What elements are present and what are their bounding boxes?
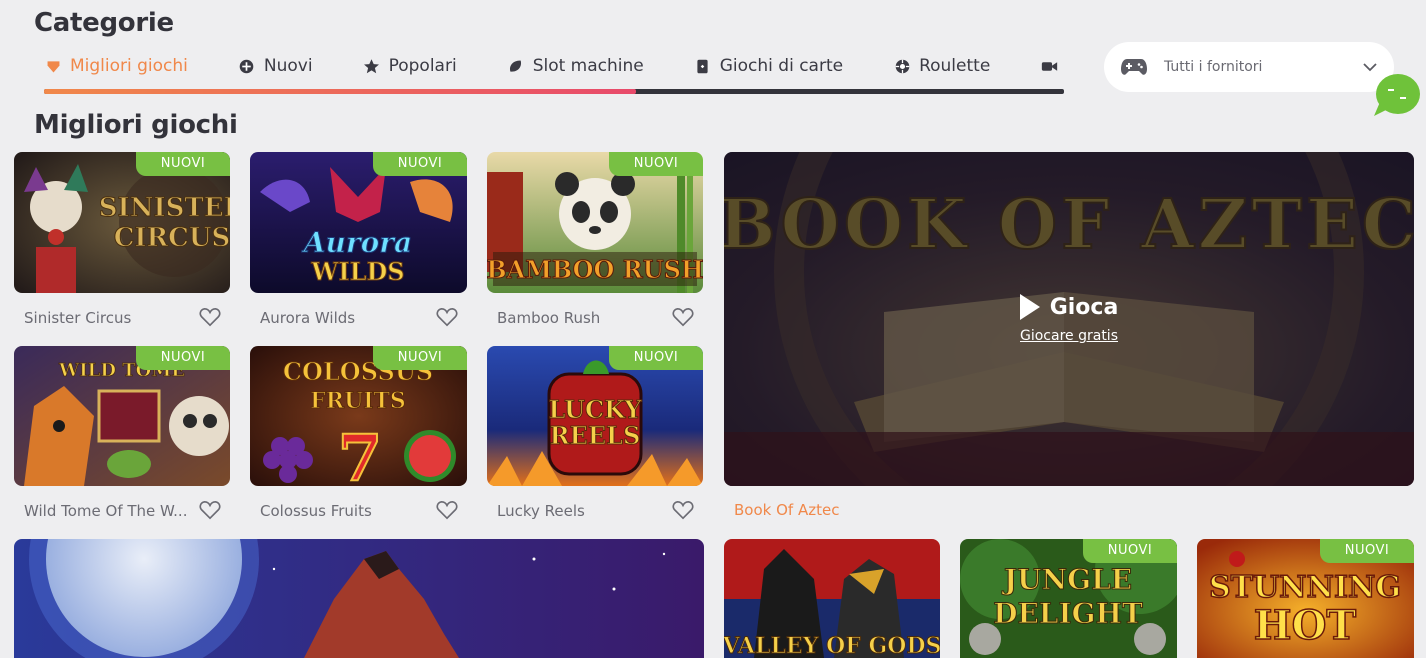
game-thumbnail[interactable]: LUCKY REELS NUOVI [487, 346, 703, 486]
tab-label: Nuovi [263, 56, 313, 76]
heart-icon [44, 57, 62, 75]
tab-migliori-giochi[interactable]: Migliori giochi [44, 56, 188, 76]
heart-icon[interactable] [672, 500, 694, 520]
chat-icon[interactable] [1370, 70, 1422, 120]
game-thumbnail[interactable]: COLOSSUS FRUITS 7 NUOVI [250, 346, 467, 486]
slot-icon [507, 57, 525, 75]
play-label: Gioca [1049, 294, 1119, 320]
tab-roulette[interactable]: Roulette [893, 56, 990, 76]
heart-icon[interactable] [199, 307, 221, 327]
game-thumbnail[interactable] [14, 539, 704, 658]
game-card[interactable]: VALLEY OF GODS [724, 539, 940, 658]
card-icon [694, 57, 712, 75]
svg-text:FRUITS: FRUITS [310, 388, 406, 414]
game-name[interactable]: Colossus Fruits [260, 502, 430, 520]
svg-text:SINISTER: SINISTER [99, 193, 230, 223]
new-badge: NUOVI [373, 152, 467, 176]
gamepad-icon [1121, 59, 1147, 75]
tab-label: Giochi di carte [719, 56, 844, 76]
svg-text:WILDS: WILDS [310, 257, 404, 286]
game-thumbnail[interactable]: STUNNING HOT NUOVI [1197, 539, 1414, 658]
game-card[interactable]: WILD TOME NUOVI Wild Tome Of The W... [14, 346, 230, 526]
new-badge: NUOVI [373, 346, 467, 370]
game-name[interactable]: Lucky Reels [497, 502, 667, 520]
heart-icon[interactable] [436, 500, 458, 520]
svg-text:BAMBOO RUSH: BAMBOO RUSH [487, 255, 703, 284]
game-thumbnail[interactable]: Aurora WILDS NUOVI [250, 152, 467, 293]
category-tabs: Migliori giochi Nuovi Popolari Slot mach… [44, 50, 1074, 82]
tab-slot-machine[interactable]: Slot machine [507, 56, 644, 76]
game-card[interactable]: JUNGLE DELIGHT NUOVI [960, 539, 1177, 658]
svg-text:LUCKY: LUCKY [549, 395, 643, 424]
game-name[interactable]: Wild Tome Of The W... [24, 502, 196, 520]
tabs-scrollbar-thumb[interactable] [44, 89, 636, 94]
featured-game-name[interactable]: Book Of Aztec [734, 501, 839, 519]
tab-label: Popolari [388, 56, 457, 76]
roulette-icon [893, 57, 911, 75]
svg-text:HOT: HOT [1254, 602, 1357, 649]
svg-text:Aurora: Aurora [301, 226, 412, 259]
game-thumbnail[interactable]: BAMBOO RUSH NUOVI [487, 152, 703, 293]
play-icon [1019, 294, 1040, 320]
featured-game-card[interactable]: BOOK OF AZTEC Gioca Giocare gratis Book … [724, 152, 1414, 524]
game-card[interactable]: SINISTER CIRCUS NUOVI Sinister Circus [14, 152, 230, 332]
provider-select[interactable]: Tutti i fornitori [1104, 42, 1394, 92]
play-free-link[interactable]: Giocare gratis [1020, 328, 1118, 344]
game-name[interactable]: Bamboo Rush [497, 309, 667, 327]
plus-circle-icon [238, 57, 256, 75]
star-icon [363, 57, 381, 75]
game-name[interactable]: Aurora Wilds [260, 309, 430, 327]
heart-icon[interactable] [436, 307, 458, 327]
play-button[interactable]: Gioca [1019, 294, 1119, 320]
tab-label: Roulette [919, 56, 991, 76]
tab-live[interactable] [1040, 57, 1066, 75]
page-title: Categorie [34, 8, 174, 38]
tab-label: Migliori giochi [70, 56, 188, 76]
video-camera-icon [1040, 57, 1058, 75]
svg-text:REELS: REELS [550, 421, 641, 450]
section-heading: Migliori giochi [34, 110, 238, 140]
game-thumbnail[interactable]: SINISTER CIRCUS NUOVI [14, 152, 230, 293]
featured-game-thumbnail[interactable]: BOOK OF AZTEC Gioca Giocare gratis [724, 152, 1414, 486]
game-card[interactable]: COLOSSUS FRUITS 7 NUOVI Colossus Fruits [250, 346, 467, 526]
new-badge: NUOVI [609, 346, 703, 370]
heart-icon[interactable] [199, 500, 221, 520]
heart-icon[interactable] [672, 307, 694, 327]
game-card[interactable]: LUCKY REELS NUOVI Lucky Reels [487, 346, 703, 526]
tab-label: Slot machine [532, 56, 644, 76]
provider-select-value: Tutti i fornitori [1164, 59, 1263, 75]
svg-text:VALLEY OF GODS: VALLEY OF GODS [724, 633, 940, 658]
game-card[interactable]: STUNNING HOT NUOVI [1197, 539, 1414, 658]
tab-nuovi[interactable]: Nuovi [238, 56, 313, 76]
svg-text:7: 7 [338, 421, 383, 486]
game-thumbnail[interactable]: WILD TOME NUOVI [14, 346, 230, 486]
game-name[interactable]: Sinister Circus [24, 309, 194, 327]
tab-giochi-di-carte[interactable]: Giochi di carte [694, 56, 843, 76]
svg-text:JUNGLE: JUNGLE [1001, 563, 1132, 596]
new-badge: NUOVI [609, 152, 703, 176]
game-thumbnail[interactable]: JUNGLE DELIGHT NUOVI [960, 539, 1177, 658]
new-badge: NUOVI [1320, 539, 1414, 563]
new-badge: NUOVI [1083, 539, 1177, 563]
game-card[interactable]: BAMBOO RUSH NUOVI Bamboo Rush [487, 152, 703, 332]
game-card[interactable] [14, 539, 704, 658]
featured-overlay: Gioca Giocare gratis [724, 152, 1414, 486]
svg-text:STUNNING: STUNNING [1209, 570, 1401, 605]
svg-text:CIRCUS: CIRCUS [114, 223, 230, 253]
game-thumbnail[interactable]: VALLEY OF GODS [724, 539, 940, 658]
game-card[interactable]: Aurora WILDS NUOVI Aurora Wilds [250, 152, 467, 332]
new-badge: NUOVI [136, 346, 230, 370]
svg-text:DELIGHT: DELIGHT [993, 597, 1143, 630]
new-badge: NUOVI [136, 152, 230, 176]
tab-popolari[interactable]: Popolari [363, 56, 457, 76]
